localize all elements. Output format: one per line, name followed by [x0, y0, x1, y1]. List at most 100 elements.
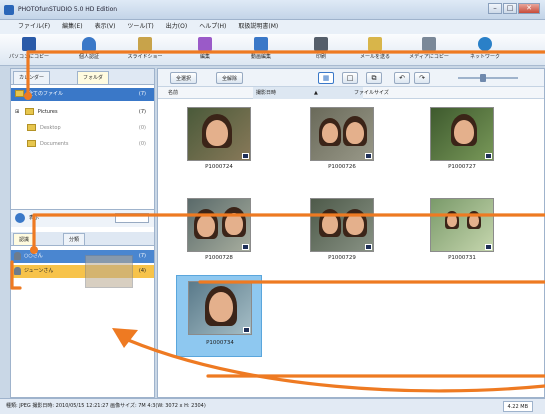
tree-item-all-files[interactable]: 全てのファイル (7): [11, 88, 154, 101]
tree-item-pictures[interactable]: ⊞ Pictures (7): [11, 106, 154, 119]
face-recognition-button[interactable]: 個人認証: [64, 36, 114, 64]
toolbar-label: 個人認証: [78, 54, 99, 60]
person-icon: [82, 37, 96, 51]
compare-view-icon[interactable]: ⧉: [366, 72, 382, 84]
print-button[interactable]: 印刷: [296, 36, 346, 64]
menu-bar: ファイル(F) 編集(E) 表示(V) ツール(T) 出力(O) ヘルプ(H) …: [0, 20, 545, 34]
tree-item-label: 全てのファイル: [28, 91, 64, 97]
window-controls: – □ ✕: [488, 3, 540, 14]
expand-icon[interactable]: ⊞: [15, 109, 19, 115]
folder-icon: [27, 124, 36, 131]
left-tabs: カレンダー フォルダ: [11, 69, 154, 85]
tree-item-label: Desktop: [40, 125, 61, 131]
folder-icon: [24, 108, 34, 115]
toolbar-label: メディアにコピー: [409, 54, 449, 60]
edit-button[interactable]: 編集: [180, 36, 230, 64]
photo-thumbnail: [430, 107, 494, 161]
send-mail-button[interactable]: メールを送る: [350, 36, 400, 64]
toolbar-label: 編集: [199, 54, 210, 60]
folder-icon: [27, 140, 36, 147]
tree-item-documents[interactable]: Documents (0): [11, 138, 154, 151]
status-text: 種類: JPEG 撮影日時: 2010/05/15 12:21:27 画像サイズ…: [6, 403, 206, 409]
toolbar-label: スライドショー: [127, 54, 163, 60]
media-copy-icon: [422, 37, 436, 51]
video-edit-icon: [254, 37, 268, 51]
person-name: ジューンさん: [24, 268, 54, 274]
menu-view[interactable]: 表示(V): [89, 20, 122, 34]
menu-help[interactable]: ヘルプ(H): [193, 20, 232, 34]
photo-thumbnail: [187, 107, 251, 161]
view-toolbar: 全選択 全解除 ▦ □ ⧉ ↶ ↷: [158, 69, 544, 87]
import-icon: [22, 37, 36, 51]
print-icon: [314, 37, 328, 51]
video-edit-button[interactable]: 動画編集: [236, 36, 286, 64]
thumbnail-view-icon[interactable]: ▦: [318, 72, 334, 84]
photo-thumbnail: [430, 198, 494, 252]
thumbnail-caption: P1000734: [206, 340, 234, 346]
network-icon: [478, 37, 492, 51]
toolbar-label: 印刷: [315, 54, 326, 60]
left-pane: カレンダー フォルダ 全てのファイル (7) ⊞ Pictures (7) De…: [10, 68, 155, 398]
copy-to-media-button[interactable]: メディアにコピー: [404, 36, 454, 64]
thumbnail-item[interactable]: P1000731: [422, 195, 502, 269]
person-search-icon: [15, 213, 25, 223]
tree-item-count: (7): [138, 91, 146, 97]
select-all-button[interactable]: 全選択: [170, 72, 198, 84]
sort-arrow-icon: ▲: [314, 90, 318, 96]
menu-manual[interactable]: 取扱説明書(M): [232, 20, 284, 34]
column-size[interactable]: ファイルサイズ: [354, 87, 389, 99]
minimize-button[interactable]: –: [488, 3, 502, 14]
column-header: 名前 撮影日時 ▲ ファイルサイズ: [158, 87, 544, 99]
slideshow-icon: [138, 37, 152, 51]
tab-registered[interactable]: 認識: [13, 233, 36, 245]
rotate-right-icon[interactable]: ↷: [414, 72, 430, 84]
slideshow-button[interactable]: スライドショー: [120, 36, 170, 64]
mail-icon: [368, 37, 382, 51]
menu-tools[interactable]: ツール(T): [121, 20, 159, 34]
menu-edit[interactable]: 編集(E): [56, 20, 88, 34]
thumbnail-caption: P1000728: [205, 255, 233, 261]
tree-item-label: Documents: [40, 141, 69, 147]
thumbnail-item-selected[interactable]: P1000734: [176, 275, 262, 357]
person-name: ○○さん: [24, 253, 43, 259]
photo-thumbnail: [188, 281, 252, 335]
camera-badge-icon: [242, 153, 249, 159]
thumbnail-item[interactable]: P1000728: [179, 195, 259, 269]
menu-file[interactable]: ファイル(F): [12, 20, 56, 34]
thumbnail-item[interactable]: P1000727: [422, 104, 502, 178]
thumbnail-size-slider[interactable]: [458, 77, 518, 79]
tree-item-label: Pictures: [37, 109, 58, 115]
edit-icon: [198, 37, 212, 51]
thumbnail-item[interactable]: P1000729: [302, 195, 382, 269]
file-size-badge: 4.22 MB: [502, 401, 533, 412]
deselect-all-button[interactable]: 全解除: [216, 72, 244, 84]
network-button[interactable]: ネットワーク: [460, 36, 510, 64]
main-toolbar: パソコンにコピー 個人認証 スライドショー 編集 動画編集 印刷 メールを送る …: [0, 34, 545, 66]
copy-to-pc-button[interactable]: パソコンにコピー: [4, 36, 54, 64]
maximize-button[interactable]: □: [503, 3, 517, 14]
tree-item-count: (0): [138, 125, 146, 131]
photo-thumbnail: [187, 198, 251, 252]
rotate-left-icon[interactable]: ↶: [394, 72, 410, 84]
column-date[interactable]: 撮影日時: [253, 87, 363, 99]
app-icon: [4, 5, 14, 15]
person-search-row: 表示: [11, 210, 154, 227]
camera-badge-icon: [243, 327, 250, 333]
single-view-icon[interactable]: □: [342, 72, 358, 84]
tree-item-count: (0): [138, 141, 146, 147]
slider-thumb[interactable]: [480, 74, 486, 82]
person-search-input[interactable]: [115, 213, 149, 223]
thumbnail-item[interactable]: P1000724: [179, 104, 259, 178]
camera-badge-icon: [365, 153, 372, 159]
tree-item-desktop[interactable]: Desktop (0): [11, 122, 154, 135]
menu-output[interactable]: 出力(O): [160, 20, 193, 34]
tab-folder[interactable]: フォルダ: [77, 71, 110, 84]
title-bar: PHOTOfunSTUDIO 5.0 HD Edition – □ ✕: [0, 0, 545, 20]
thumbnail-item[interactable]: P1000726: [302, 104, 382, 178]
close-button[interactable]: ✕: [518, 3, 540, 14]
thumbnail-caption: P1000726: [328, 164, 356, 170]
tab-classified[interactable]: 分類: [63, 233, 86, 245]
tab-calendar[interactable]: カレンダー: [13, 71, 51, 84]
column-name[interactable]: 名前: [168, 87, 178, 99]
camera-badge-icon: [242, 244, 249, 250]
